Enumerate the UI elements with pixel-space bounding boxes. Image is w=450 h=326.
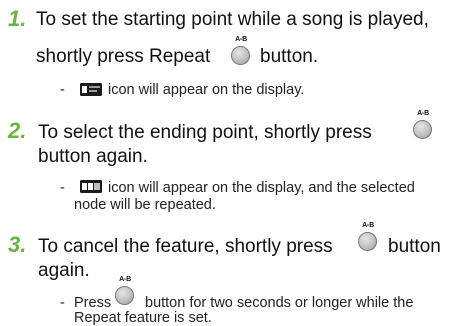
step-2-line-2: button again. xyxy=(38,146,148,167)
step-number: 2. xyxy=(8,118,27,143)
ab-repeat-button-icon: A-B xyxy=(228,36,254,66)
step-3-note-line-1b: button for two seconds or longer while t… xyxy=(145,295,414,311)
repeat-a-display-icon xyxy=(80,83,102,96)
step-3-note-line-2: Repeat feature is set. xyxy=(74,310,212,326)
step-3-line-1a: To cancel the feature, shortly press xyxy=(38,236,333,257)
step-1-line-2a: shortly press Repeat xyxy=(36,46,211,67)
note-dash: - xyxy=(60,180,65,196)
ab-repeat-button-icon: A-B xyxy=(410,110,436,140)
step-1-note: icon will appear on the display. xyxy=(108,82,305,98)
step-2-note-line-1: icon will appear on the display, and the… xyxy=(108,180,415,196)
note-dash: - xyxy=(60,82,65,98)
step-3-line-2: again. xyxy=(38,260,90,281)
step-1-line-2b: button. xyxy=(260,46,319,67)
step-2-note-line-2: node will be repeated. xyxy=(74,197,216,213)
step-2-line-1: To select the ending point, shortly pres… xyxy=(38,122,372,143)
repeat-ab-display-icon xyxy=(80,180,102,193)
step-number: 3. xyxy=(8,232,27,257)
step-3-note-line-1a: Press xyxy=(74,295,112,311)
step-number: 1. xyxy=(8,6,27,31)
step-3-line-1b: button xyxy=(388,236,441,257)
step-1-line-1: To set the starting point while a song i… xyxy=(36,9,429,30)
note-dash: - xyxy=(60,295,65,311)
ab-repeat-button-icon: A-B xyxy=(355,222,381,252)
ab-repeat-button-icon: A-B xyxy=(112,276,138,306)
